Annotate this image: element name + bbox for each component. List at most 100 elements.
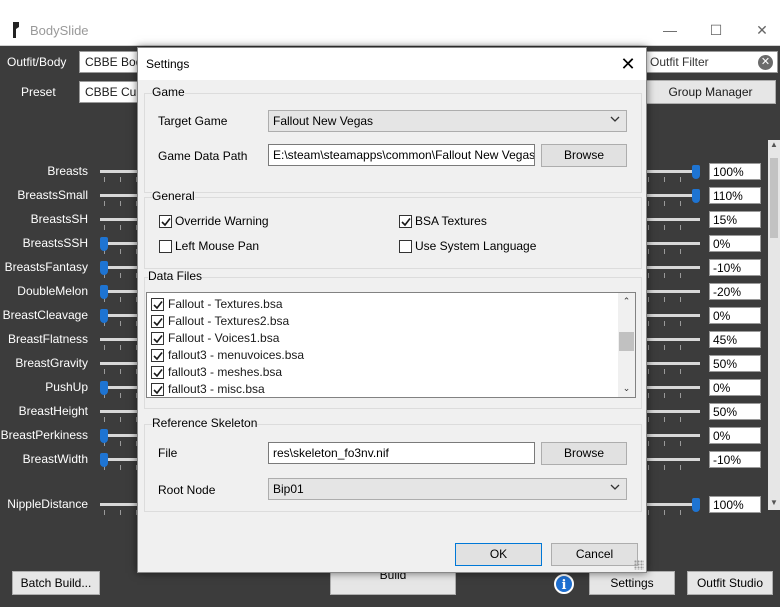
slider-value-field[interactable]: 45% (709, 331, 761, 348)
clear-filter-icon[interactable]: ✕ (758, 55, 773, 70)
slider-label: BreastHeight (18, 404, 88, 418)
root-node-value: Bip01 (273, 482, 304, 496)
settings-button[interactable]: Settings (589, 571, 675, 595)
slider-label: PushUp (45, 380, 88, 394)
data-file-checkbox[interactable] (151, 298, 164, 311)
slider-thumb[interactable] (100, 285, 108, 299)
use-system-language-label: Use System Language (415, 239, 537, 253)
root-node-label: Root Node (158, 483, 216, 497)
slider-thumb[interactable] (692, 189, 700, 203)
bodyslide-logo-icon (13, 22, 19, 38)
skeleton-file-label: File (158, 446, 178, 460)
slider-value-field[interactable]: 100% (709, 163, 761, 180)
main-titlebar: BodySlide — ☐ ✕ (0, 0, 780, 46)
slider-value-field[interactable]: 110% (709, 187, 761, 204)
slider-value-field[interactable]: -20% (709, 283, 761, 300)
left-mouse-pan-checkbox[interactable] (159, 240, 172, 253)
slider-value-field[interactable]: 0% (709, 427, 761, 444)
close-window-button[interactable]: ✕ (752, 20, 772, 40)
outfit-studio-button[interactable]: Outfit Studio (687, 571, 773, 595)
target-game-label: Target Game (158, 114, 228, 128)
data-file-checkbox[interactable] (151, 366, 164, 379)
group-manager-button[interactable]: Group Manager (645, 80, 776, 104)
game-group (144, 93, 642, 193)
slider-label: Breasts (47, 164, 88, 178)
batch-build-button[interactable]: Batch Build... (12, 571, 100, 595)
slider-thumb[interactable] (100, 453, 108, 467)
data-files-group-title: Data Files (148, 269, 203, 283)
dialog-close-icon[interactable]: ✕ (618, 52, 638, 76)
slider-value-field[interactable]: 100% (709, 496, 761, 513)
data-files-list[interactable]: Fallout - Textures.bsa Fallout - Textures… (146, 292, 636, 398)
data-file-checkbox[interactable] (151, 332, 164, 345)
ok-button[interactable]: OK (455, 543, 542, 566)
use-system-language-checkbox[interactable] (399, 240, 412, 253)
slider-label: BreastsSH (30, 212, 88, 226)
maximize-button[interactable]: ☐ (706, 20, 726, 40)
data-file-label: Fallout - Voices1.bsa (168, 331, 280, 345)
slider-label: BreastFlatness (7, 332, 88, 346)
skeleton-file-field[interactable]: res\skeleton_fo3nv.nif (268, 442, 535, 464)
slider-label: DoubleMelon (17, 284, 88, 298)
slider-label: BreastsFantasy (4, 260, 88, 274)
game-group-title: Game (152, 85, 185, 99)
general-group-title: General (152, 189, 195, 203)
dialog-titlebar: Settings ✕ (138, 48, 646, 80)
slider-value-field[interactable]: 0% (709, 307, 761, 324)
target-game-value: Fallout New Vegas (273, 114, 374, 128)
slider-thumb[interactable] (100, 309, 108, 323)
outfit-body-label: Outfit/Body (7, 55, 67, 69)
data-file-label: fallout3 - menuvoices.bsa (168, 348, 305, 362)
slider-label: NippleDistance (7, 497, 88, 511)
slider-thumb[interactable] (692, 498, 700, 512)
main-scrollbar[interactable]: ▲ ▼ (768, 140, 780, 510)
slider-value-field[interactable]: -10% (709, 259, 761, 276)
slider-label: BreastCleavage (2, 308, 88, 322)
resize-grip-icon[interactable] (634, 560, 644, 570)
override-warning-label: Override Warning (175, 214, 269, 228)
slider-value-field[interactable]: 50% (709, 355, 761, 372)
list-scroll-down-icon[interactable]: ⌄ (618, 380, 635, 397)
data-file-checkbox[interactable] (151, 383, 164, 396)
data-files-scrollbar[interactable]: ⌃ ⌄ (618, 293, 635, 397)
list-scrollbar-thumb[interactable] (619, 332, 634, 351)
scroll-down-icon[interactable]: ▼ (768, 498, 780, 510)
reference-skeleton-group-title: Reference Skeleton (152, 416, 258, 430)
root-node-select[interactable]: Bip01 (268, 478, 627, 500)
info-icon[interactable]: i (554, 574, 574, 594)
slider-thumb[interactable] (100, 261, 108, 275)
slider-label: BreastsSSH (22, 236, 88, 250)
slider-thumb[interactable] (692, 165, 700, 179)
cancel-button[interactable]: Cancel (551, 543, 638, 566)
outfit-filter-placeholder: Outfit Filter (650, 55, 709, 69)
outfit-filter-input[interactable]: Outfit Filter ✕ (645, 51, 778, 73)
bsa-textures-label: BSA Textures (415, 214, 487, 228)
game-data-path-field[interactable]: E:\steam\steamapps\common\Fallout New Ve… (268, 144, 535, 166)
skeleton-browse-button[interactable]: Browse (541, 442, 627, 465)
slider-thumb[interactable] (100, 237, 108, 251)
scrollbar-thumb[interactable] (770, 158, 778, 238)
data-file-checkbox[interactable] (151, 315, 164, 328)
slider-label: BreastPerkiness (0, 428, 88, 442)
bsa-textures-checkbox[interactable] (399, 215, 412, 228)
slider-value-field[interactable]: 15% (709, 211, 761, 228)
override-warning-checkbox[interactable] (159, 215, 172, 228)
slider-value-field[interactable]: 0% (709, 235, 761, 252)
slider-value-field[interactable]: 0% (709, 379, 761, 396)
slider-value-field[interactable]: -10% (709, 451, 761, 468)
slider-thumb[interactable] (100, 381, 108, 395)
list-scroll-up-icon[interactable]: ⌃ (618, 293, 635, 310)
slider-thumb[interactable] (100, 429, 108, 443)
slider-value-field[interactable]: 50% (709, 403, 761, 420)
general-group (144, 197, 642, 269)
data-file-checkbox[interactable] (151, 349, 164, 362)
data-file-label: fallout3 - misc.bsa (168, 382, 265, 396)
slider-label: BreastWidth (22, 452, 88, 466)
dialog-title: Settings (146, 57, 190, 71)
minimize-button[interactable]: — (660, 20, 680, 40)
chevron-down-icon (610, 484, 620, 490)
slider-label: BreastsSmall (17, 188, 88, 202)
scroll-up-icon[interactable]: ▲ (768, 140, 780, 152)
game-data-browse-button[interactable]: Browse (541, 144, 627, 167)
target-game-select[interactable]: Fallout New Vegas (268, 110, 627, 132)
